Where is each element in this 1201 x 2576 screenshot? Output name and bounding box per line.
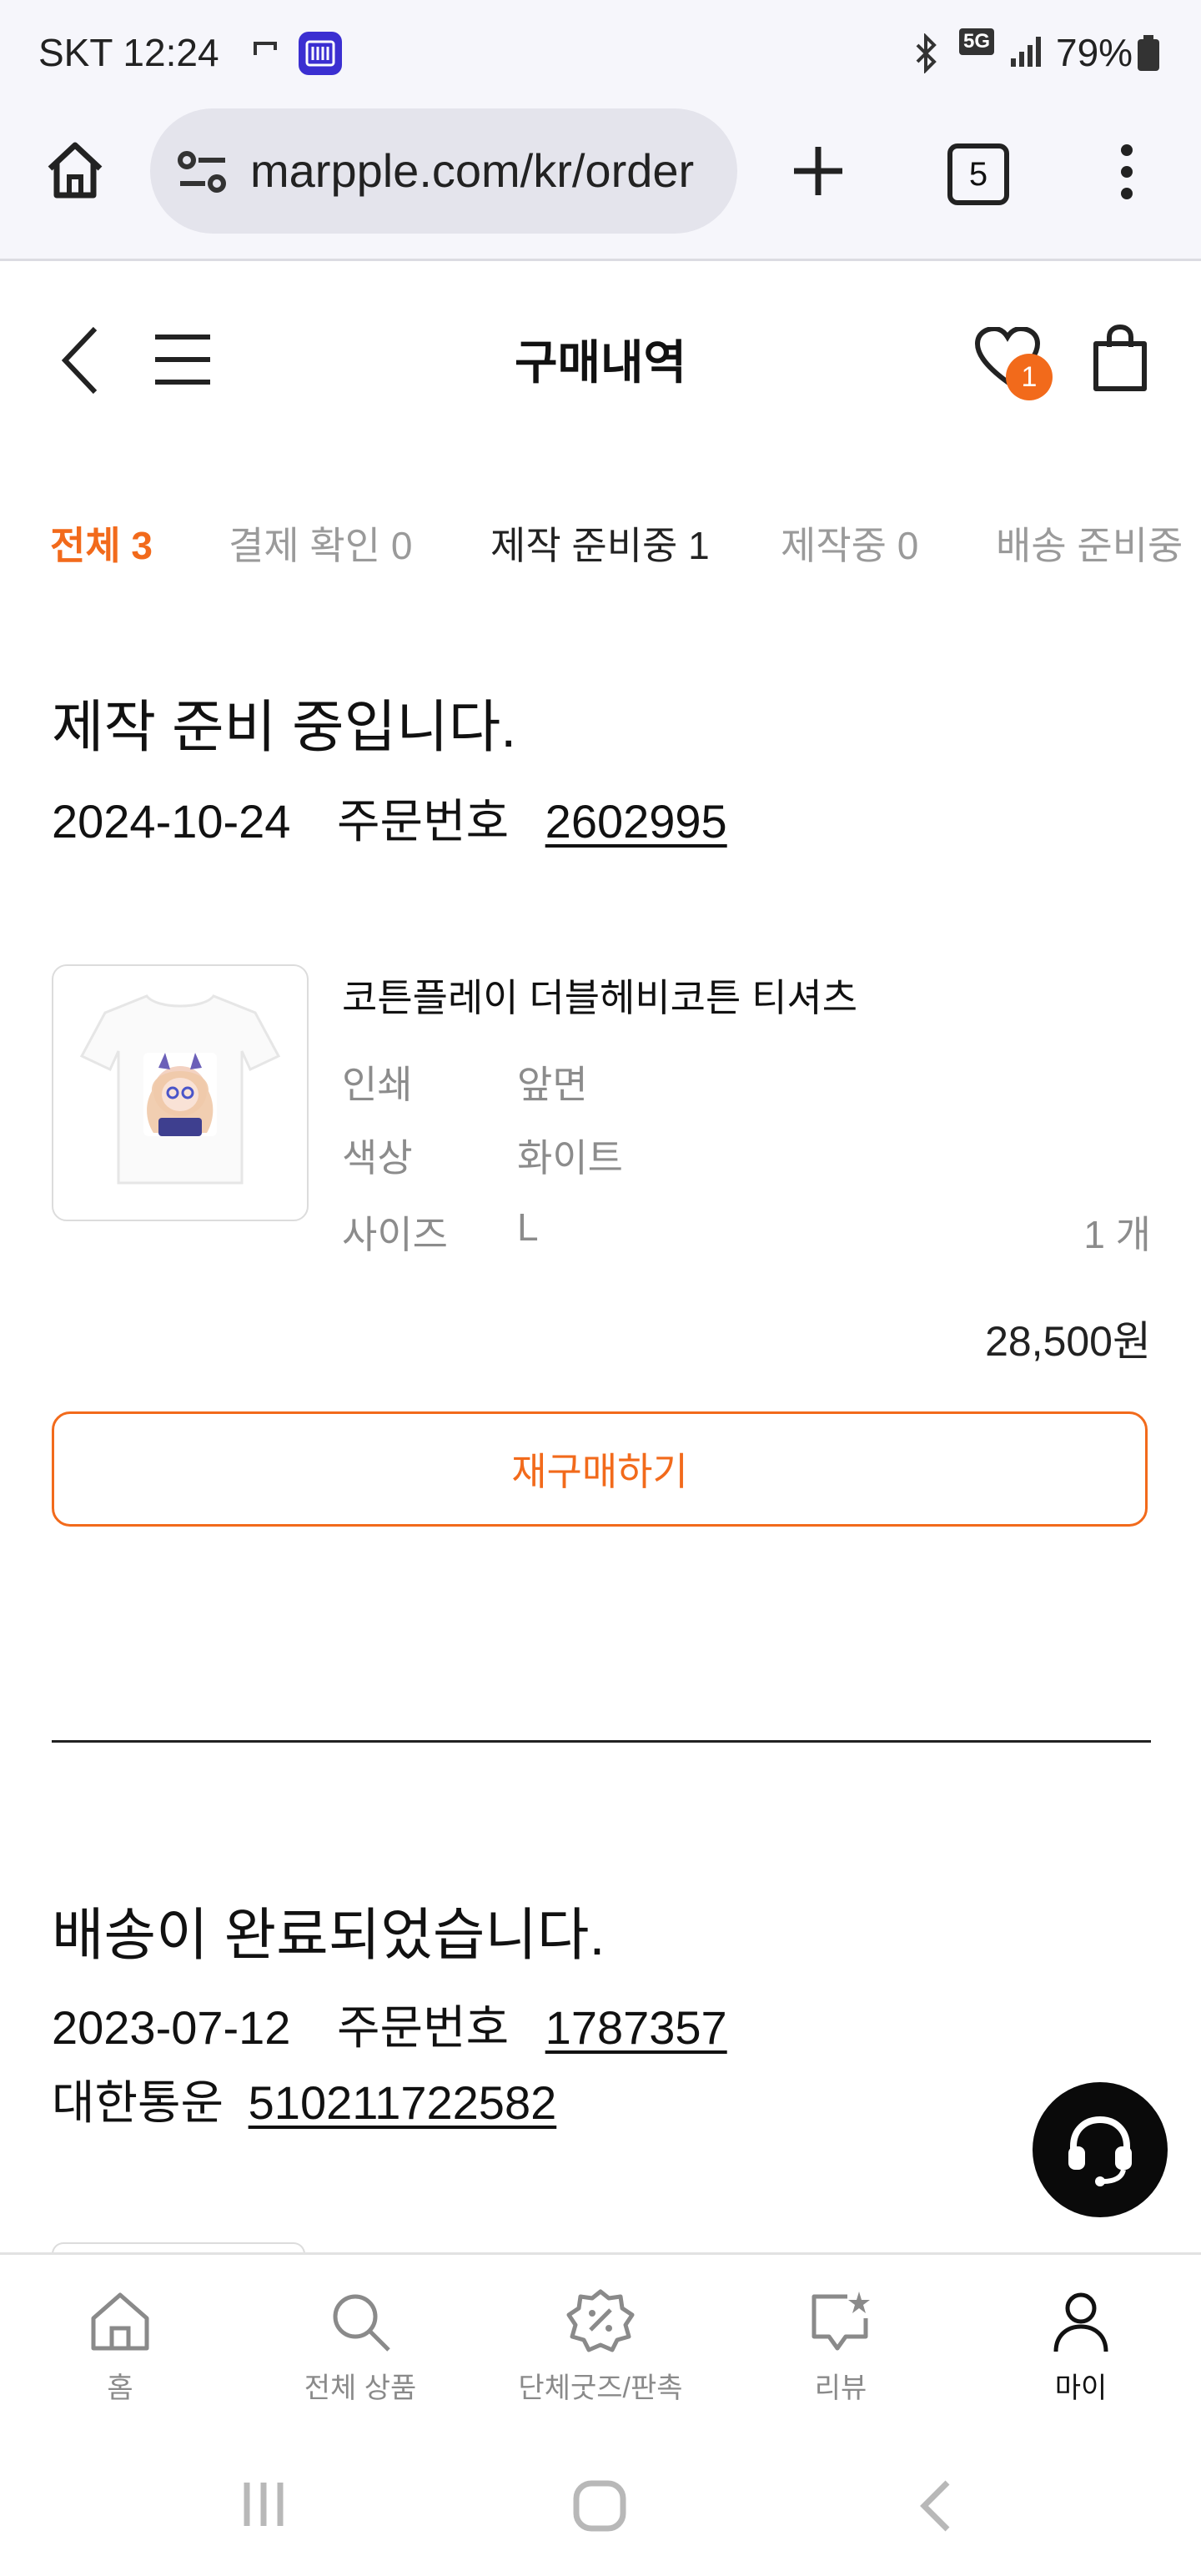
option-value-color: 화이트	[517, 1136, 623, 1180]
status-bar: SKT 12:24 5G 79%	[0, 0, 1201, 100]
bluetooth-icon	[909, 33, 942, 78]
order-number-link[interactable]: 1787357	[545, 2001, 727, 2054]
order-info-line: 2024-10-24 주문번호 2602995	[52, 784, 727, 852]
nav-home-label: 홈	[107, 2372, 133, 2404]
tab-preparing-production[interactable]: 제작 준비중 1	[490, 516, 710, 571]
nav-home[interactable]: 홈	[0, 2255, 240, 2438]
rebuy-button[interactable]: 재구매하기	[52, 1411, 1148, 1527]
nav-my-label: 마이	[1054, 2372, 1108, 2404]
option-label-print: 인쇄	[342, 1063, 413, 1106]
option-label-color: 색상	[342, 1136, 413, 1180]
option-label-size: 사이즈	[342, 1213, 448, 1256]
nav-group-goods-label: 단체굿즈/판촉	[518, 2372, 683, 2404]
customer-support-button[interactable]	[1033, 2082, 1168, 2217]
order-number-label: 주문번호	[337, 2001, 510, 2054]
wishlist-count-badge: 1	[1006, 354, 1053, 400]
review-icon	[812, 2292, 870, 2351]
carrier-time: SKT 12:24	[38, 31, 219, 74]
tshirt-image	[79, 994, 281, 1185]
nav-group-goods[interactable]: 단체굿즈/판촉	[480, 2255, 721, 2438]
home-icon	[91, 2292, 149, 2351]
discount-badge-icon	[566, 2289, 635, 2352]
order-status-title: 제작 준비 중입니다.	[52, 696, 517, 759]
address-bar[interactable]: marpple.com/kr/order	[150, 108, 737, 234]
product-price: 28,500원	[985, 1318, 1151, 1365]
product-name[interactable]: 코튼플레이 더블헤비코튼 티셔츠	[342, 968, 857, 1023]
product-quantity: 1 개	[1083, 1213, 1151, 1256]
order-divider	[52, 1740, 1151, 1743]
product-thumbnail[interactable]	[52, 964, 309, 1221]
tracking-number-link[interactable]: 510211722582	[249, 2076, 557, 2129]
search-icon	[333, 2294, 390, 2352]
url-text: marpple.com/kr/order	[250, 144, 695, 197]
browser-toolbar: marpple.com/kr/order 5	[0, 100, 1201, 261]
bottom-navigation: 홈 전체 상품 단체굿즈/판촉 리뷰 마이	[0, 2252, 1201, 2438]
home-icon[interactable]	[43, 138, 107, 206]
tab-in-production[interactable]: 제작중 0	[781, 516, 918, 571]
battery-icon	[1136, 35, 1161, 76]
system-navigation-bar	[0, 2436, 1201, 2576]
tab-all[interactable]: 전체 3	[50, 516, 153, 571]
order-info-line: 2023-07-12 주문번호 1787357	[52, 1990, 727, 2058]
nav-all-products[interactable]: 전체 상품	[240, 2255, 480, 2438]
order-number-link[interactable]: 2602995	[545, 795, 727, 848]
tracking-line: 대한통운 510211722582	[52, 2065, 556, 2133]
tab-switcher-button[interactable]: 5	[947, 143, 1009, 205]
order-date: 2023-07-12	[52, 2001, 291, 2054]
nav-reviews[interactable]: 리뷰	[721, 2255, 961, 2438]
order-status-title: 배송이 완료되었습니다.	[52, 1904, 606, 1967]
nav-reviews-label: 리뷰	[814, 2372, 867, 2404]
notification-icon	[252, 33, 282, 68]
tab-preparing-shipment[interactable]: 배송 준비중	[996, 516, 1183, 571]
barcode-app-icon	[297, 30, 344, 81]
battery-text: 79%	[1056, 31, 1133, 74]
nav-my[interactable]: 마이	[961, 2255, 1201, 2438]
nav-all-products-label: 전체 상품	[304, 2372, 417, 2404]
option-value-size: L	[517, 1205, 539, 1249]
recent-apps-icon[interactable]	[240, 2479, 287, 2533]
tab-payment-confirmed[interactable]: 결제 확인 0	[229, 516, 412, 571]
network-type: 5G	[959, 28, 995, 55]
system-back-icon[interactable]	[916, 2478, 954, 2538]
site-settings-icon[interactable]	[177, 150, 229, 198]
more-options-icon[interactable]	[1113, 142, 1141, 206]
system-home-icon[interactable]	[572, 2479, 627, 2537]
signal-icon	[1008, 33, 1044, 74]
order-number-label: 주문번호	[337, 795, 510, 848]
courier-name: 대한통운	[52, 2076, 224, 2129]
user-icon	[1053, 2292, 1108, 2352]
new-tab-icon[interactable]	[791, 143, 846, 203]
option-value-print: 앞면	[517, 1063, 588, 1106]
cart-bag-icon[interactable]	[1091, 324, 1149, 398]
order-date: 2024-10-24	[52, 795, 291, 848]
headset-icon	[1068, 2116, 1132, 2186]
